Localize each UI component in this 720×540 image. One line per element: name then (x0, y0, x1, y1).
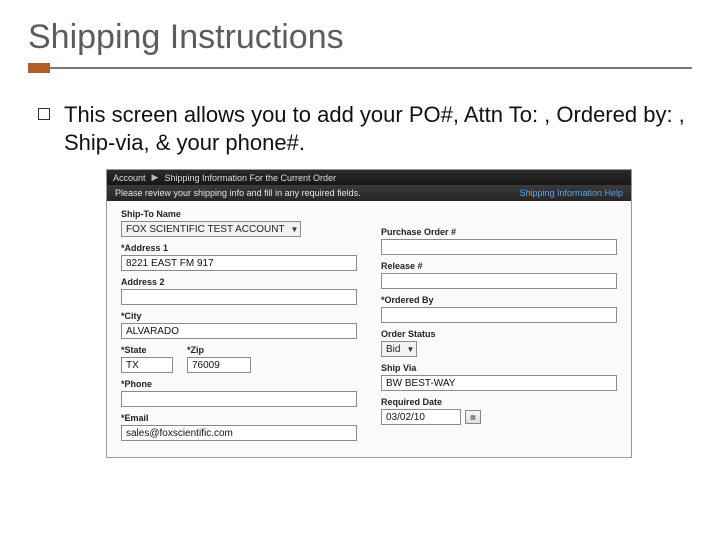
address2-input[interactable] (121, 289, 357, 305)
required-date-input[interactable] (381, 409, 461, 425)
instruction-text: Please review your shipping info and fil… (115, 188, 361, 198)
order-status-value: Bid (386, 344, 400, 355)
chevron-right-icon: ▶ (152, 172, 159, 183)
bullet-icon (38, 108, 50, 120)
state-input[interactable] (121, 357, 173, 373)
slide-title: Shipping Instructions (28, 18, 692, 57)
instruction-bar: Please review your shipping info and fil… (107, 185, 631, 201)
bullet-text: This screen allows you to add your PO#, … (64, 101, 692, 157)
shipping-form: Ship-To Name FOX SCIENTIFIC TEST ACCOUNT… (107, 201, 631, 457)
label-phone: *Phone (121, 379, 357, 389)
form-left-column: Ship-To Name FOX SCIENTIFIC TEST ACCOUNT… (121, 209, 357, 447)
help-link[interactable]: Shipping Information Help (519, 188, 623, 198)
calendar-icon[interactable]: ▦ (465, 410, 481, 424)
label-ship-via: Ship Via (381, 363, 617, 373)
label-order-status: Order Status (381, 329, 617, 339)
phone-input[interactable] (121, 391, 357, 407)
form-right-column: Purchase Order # Release # *Ordered By (381, 209, 617, 447)
po-input[interactable] (381, 239, 617, 255)
ship-to-value: FOX SCIENTIFIC TEST ACCOUNT (126, 224, 285, 235)
email-input[interactable] (121, 425, 357, 441)
label-ship-to: Ship-To Name (121, 209, 357, 219)
zip-input[interactable] (187, 357, 251, 373)
ship-via-input[interactable] (381, 375, 617, 391)
label-zip: *Zip (187, 345, 251, 355)
ship-to-select[interactable]: FOX SCIENTIFIC TEST ACCOUNT ▼ (121, 221, 301, 237)
title-rule (28, 63, 692, 73)
label-email: *Email (121, 413, 357, 423)
label-address1: *Address 1 (121, 243, 357, 253)
label-po: Purchase Order # (381, 227, 617, 237)
breadcrumb-item-shipping: Shipping Information For the Current Ord… (164, 173, 336, 183)
breadcrumb-item-account[interactable]: Account (113, 173, 146, 183)
label-release: Release # (381, 261, 617, 271)
chevron-down-icon: ▼ (406, 345, 414, 354)
address1-input[interactable] (121, 255, 357, 271)
breadcrumb: Account ▶ Shipping Information For the C… (107, 170, 631, 185)
city-input[interactable] (121, 323, 357, 339)
chevron-down-icon: ▼ (291, 225, 299, 234)
label-city: *City (121, 311, 357, 321)
label-state: *State (121, 345, 173, 355)
embedded-screenshot: Account ▶ Shipping Information For the C… (106, 169, 632, 458)
ordered-by-input[interactable] (381, 307, 617, 323)
order-status-select[interactable]: Bid ▼ (381, 341, 417, 357)
release-input[interactable] (381, 273, 617, 289)
label-required-date: Required Date (381, 397, 617, 407)
accent-block (28, 63, 50, 73)
label-address2: Address 2 (121, 277, 357, 287)
label-ordered-by: *Ordered By (381, 295, 617, 305)
